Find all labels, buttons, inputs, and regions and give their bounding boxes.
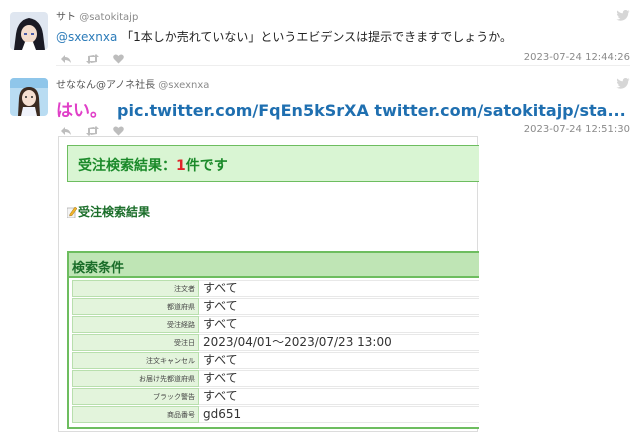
conditions-title: 検索条件 xyxy=(69,253,479,278)
display-name[interactable]: せななん@アノネ社長 xyxy=(56,80,155,91)
attached-image[interactable]: 受注検索結果：1件です 受注検索結果 検索条件 注文者 すべて 都道府県 すべて 受… xyxy=(58,136,479,432)
row-label: 受注日 xyxy=(72,334,199,351)
table-row: 商品番号 gd651 xyxy=(69,406,479,423)
tweet-text-lead: はい。 xyxy=(56,101,107,121)
table-row: 都道府県 すべて xyxy=(69,298,479,315)
row-label: 都道府県 xyxy=(72,298,199,315)
row-label: ブラック警告 xyxy=(72,388,199,405)
row-value: すべて xyxy=(199,370,479,387)
results-subheading: 受注検索結果 xyxy=(66,203,151,220)
row-label: 注文者 xyxy=(72,280,199,297)
tweet-links[interactable]: pic.twitter.com/FqEn5kSrXA twitter.com/s… xyxy=(117,101,626,120)
result-count: 1 xyxy=(176,158,186,174)
pencil-icon xyxy=(66,206,78,218)
conditions-rows: 注文者 すべて 都道府県 すべて 受注経路 すべて 受注日 2023/04/01～202… xyxy=(69,278,479,427)
row-value: すべて xyxy=(199,298,479,315)
table-row: お届け先都道府県 すべて xyxy=(69,370,479,387)
table-row: 注文キャンセル すべて xyxy=(69,352,479,369)
handle[interactable]: @sxexnxa xyxy=(158,80,209,91)
row-value: すべて xyxy=(199,352,479,369)
avatar[interactable] xyxy=(10,78,48,116)
row-value: すべて xyxy=(199,388,479,405)
timestamp[interactable]: 2023-07-24 12:51:30 xyxy=(524,124,630,135)
table-row: 注文者 すべて xyxy=(69,280,479,297)
row-value: すべて xyxy=(199,280,479,297)
subheading-text: 受注検索結果 xyxy=(78,205,151,219)
table-row: 受注日 2023/04/01～2023/07/23 13:00 xyxy=(69,334,479,351)
table-row: ブラック警告 すべて xyxy=(69,388,479,405)
result-banner: 受注検索結果：1件です xyxy=(67,145,479,182)
row-value: 2023/04/01～2023/07/23 13:00 xyxy=(199,334,479,351)
table-row: 受注経路 すべて xyxy=(69,316,479,333)
banner-suffix: 件です xyxy=(185,158,228,174)
banner-prefix: 受注検索結果： xyxy=(78,158,176,174)
row-value: すべて xyxy=(199,316,479,333)
tweet-2: せななん@アノネ社長 @sxexnxa はい。 pic.twitter.com/F… xyxy=(0,0,640,442)
tweet-header: せななん@アノネ社長 @sxexnxa xyxy=(56,76,209,91)
row-label: 注文キャンセル xyxy=(72,352,199,369)
twitter-bird-icon xyxy=(616,78,630,89)
search-conditions-table: 検索条件 注文者 すべて 都道府県 すべて 受注経路 すべて 受注日 2023/04/0… xyxy=(67,251,479,429)
row-label: お届け先都道府県 xyxy=(72,370,199,387)
row-value: gd651 xyxy=(199,406,479,423)
row-label: 受注経路 xyxy=(72,316,199,333)
row-label: 商品番号 xyxy=(72,406,199,423)
tweet-text: はい。 pic.twitter.com/FqEn5kSrXA twitter.co… xyxy=(56,96,626,121)
